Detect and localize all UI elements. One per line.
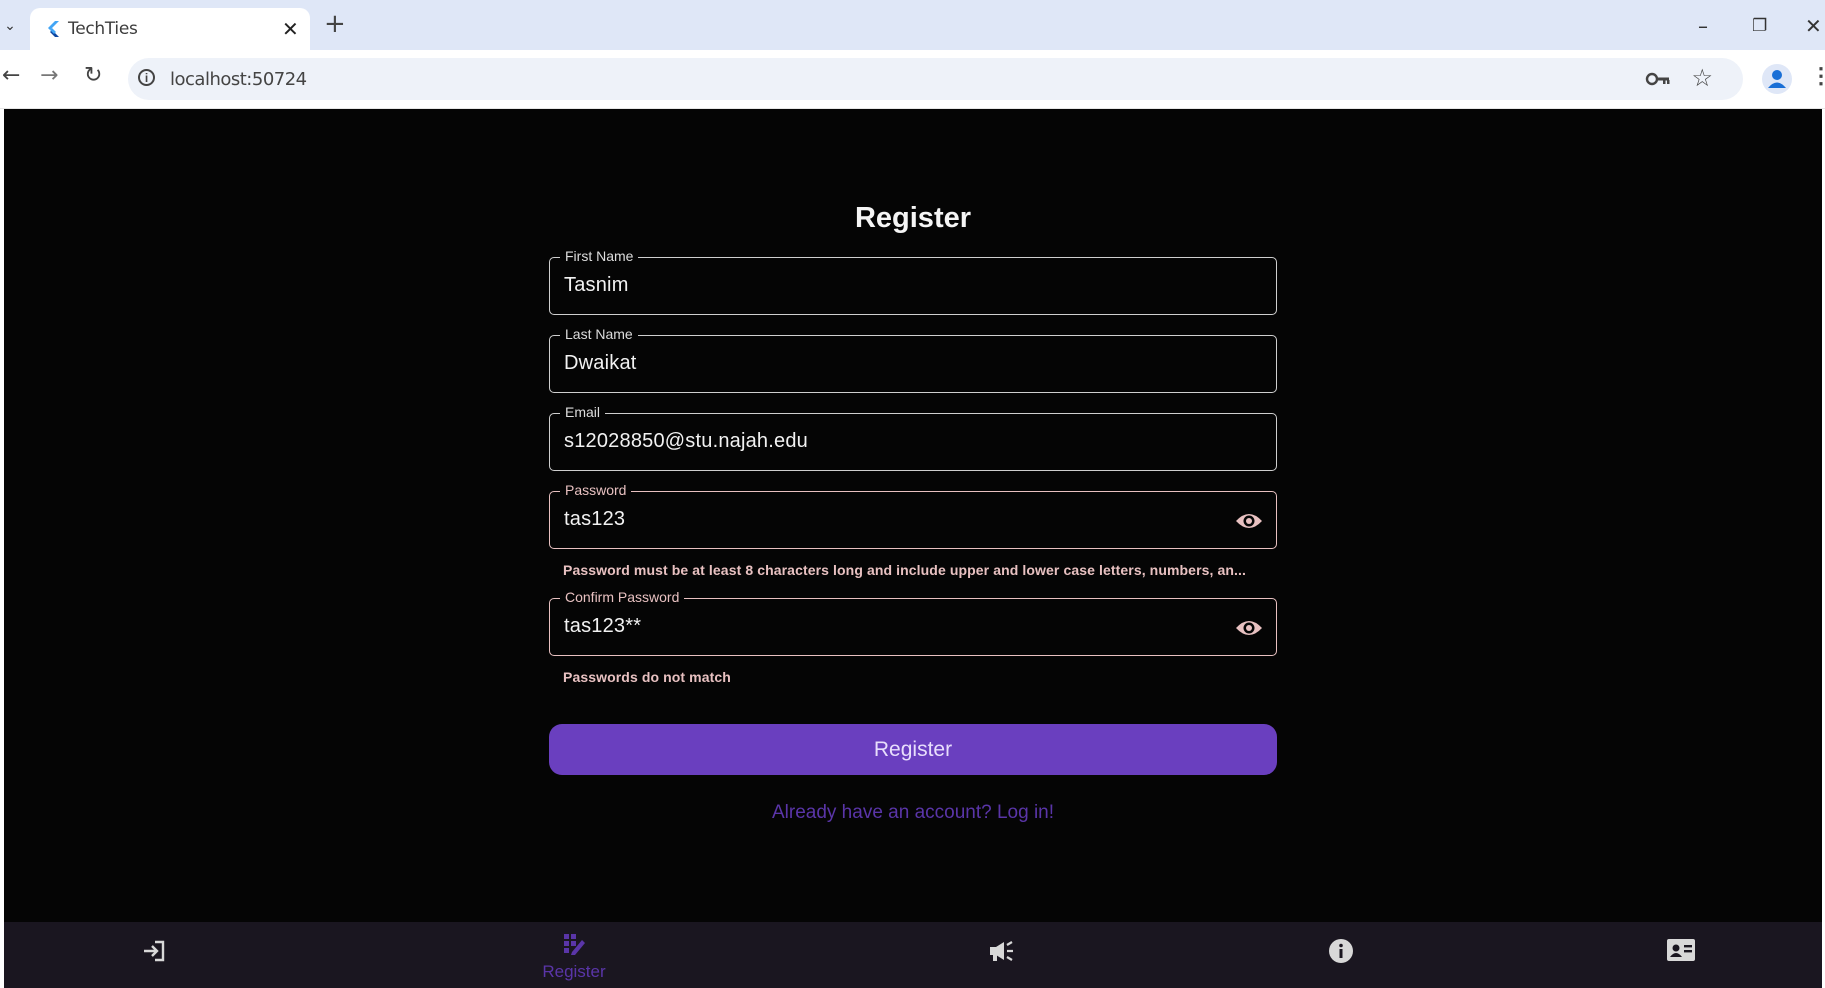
- nav-item-login[interactable]: [94, 922, 214, 988]
- app-viewport: Register First Name Tasnim Last Name Dwa…: [4, 109, 1822, 988]
- url-text[interactable]: localhost:50724: [170, 69, 307, 90]
- email-value[interactable]: s12028850@stu.najah.edu: [564, 430, 808, 453]
- password-value[interactable]: tas123: [564, 508, 625, 531]
- visibility-eye-icon[interactable]: [1234, 508, 1264, 534]
- contact-card-icon: [1667, 939, 1695, 961]
- tab-title: TechTies: [68, 19, 138, 39]
- menu-kebab-icon[interactable]: ⋮: [1810, 63, 1825, 89]
- last-name-label: Last Name: [560, 326, 638, 342]
- email-field[interactable]: Email s12028850@stu.najah.edu: [549, 404, 1277, 471]
- login-link[interactable]: Already have an account? Log in!: [4, 802, 1822, 824]
- visibility-eye-icon[interactable]: [1234, 615, 1264, 641]
- nav-item-info[interactable]: [1281, 922, 1401, 988]
- last-name-field[interactable]: Last Name Dwaikat: [549, 326, 1277, 393]
- password-error-text: Password must be at least 8 characters l…: [563, 562, 1246, 578]
- minimize-icon[interactable]: –: [1698, 14, 1708, 38]
- first-name-value[interactable]: Tasnim: [564, 274, 629, 297]
- address-bar[interactable]: i localhost:50724 ☆: [128, 58, 1743, 100]
- site-info-icon[interactable]: i: [138, 69, 155, 86]
- email-label: Email: [560, 404, 606, 420]
- nav-item-register-label: Register: [542, 962, 606, 981]
- new-tab-button[interactable]: +: [324, 11, 346, 37]
- nav-item-announcements[interactable]: [941, 922, 1061, 988]
- bottom-navigation-bar: Register: [4, 922, 1822, 988]
- nav-item-contact[interactable]: [1621, 922, 1741, 988]
- password-label: Password: [560, 482, 632, 498]
- confirm-password-value[interactable]: tas123**: [564, 615, 641, 638]
- profile-avatar-icon[interactable]: [1762, 64, 1792, 94]
- register-button[interactable]: Register: [549, 724, 1277, 775]
- app-registration-icon: [564, 934, 585, 955]
- tab-close-icon[interactable]: ✕: [282, 17, 299, 41]
- info-icon: [1329, 939, 1353, 963]
- first-name-field[interactable]: First Name Tasnim: [549, 248, 1277, 315]
- campaign-icon: [990, 941, 1013, 961]
- confirm-password-field[interactable]: Confirm Password tas123**: [549, 589, 1277, 656]
- confirm-password-label: Confirm Password: [560, 589, 685, 605]
- first-name-label: First Name: [560, 248, 639, 264]
- back-icon[interactable]: ←: [2, 63, 20, 88]
- flutter-favicon-icon: [48, 21, 59, 37]
- confirm-password-error-text: Passwords do not match: [563, 669, 731, 685]
- bookmark-star-icon[interactable]: ☆: [1691, 64, 1713, 93]
- tab-search-chevron-icon[interactable]: ⌄: [2, 14, 18, 36]
- browser-tab-bar: ⌄ TechTies ✕ + – ❐ ✕: [0, 0, 1825, 50]
- reload-icon[interactable]: ↻: [84, 63, 102, 88]
- forward-icon[interactable]: →: [40, 63, 58, 88]
- password-key-icon[interactable]: [1645, 69, 1671, 89]
- login-icon: [144, 940, 165, 962]
- browser-tab[interactable]: TechTies ✕: [30, 8, 310, 50]
- last-name-value[interactable]: Dwaikat: [564, 352, 637, 375]
- browser-toolbar: ← → ↻ i localhost:50724 ☆ ⋮: [0, 50, 1825, 109]
- nav-item-register[interactable]: Register: [514, 922, 634, 988]
- password-field[interactable]: Password tas123: [549, 482, 1277, 549]
- restore-icon[interactable]: ❐: [1752, 16, 1767, 36]
- window-close-icon[interactable]: ✕: [1805, 14, 1822, 38]
- page-title: Register: [854, 202, 972, 234]
